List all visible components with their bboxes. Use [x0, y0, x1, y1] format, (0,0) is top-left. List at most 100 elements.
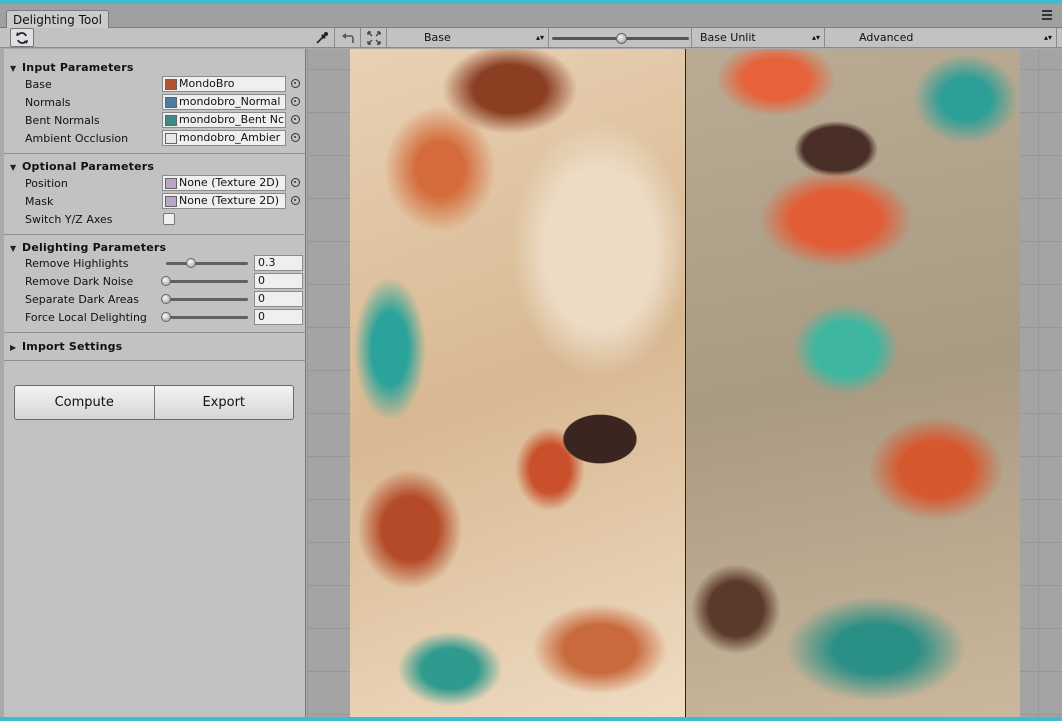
remove-highlights-label: Remove Highlights [25, 257, 129, 270]
base-unlit-preview-image [686, 49, 1020, 717]
bent-normals-texture-field[interactable]: mondobro_Bent Nc [162, 112, 286, 128]
tab-delighting-tool[interactable]: Delighting Tool [6, 10, 109, 29]
delighting-parameters-header[interactable]: ▼ Delighting Parameters [10, 241, 166, 254]
switch-axes-label: Switch Y/Z Axes [25, 213, 113, 226]
mask-texture-value: None (Texture 2D) [179, 194, 280, 207]
separate-dark-areas-slider-handle[interactable] [161, 294, 171, 304]
position-texture-value: None (Texture 2D) [179, 176, 280, 189]
param-row-position: Position None (Texture 2D) [4, 175, 306, 193]
remove-dark-noise-label: Remove Dark Noise [25, 275, 134, 288]
base-texture-field[interactable]: MondoBro [162, 76, 286, 92]
remove-dark-noise-field[interactable]: 0 [254, 273, 303, 289]
parameters-panel: ▼ Input Parameters Base MondoBro Normals … [4, 49, 306, 717]
fit-view-button[interactable] [361, 28, 387, 48]
divider [4, 360, 306, 361]
chevron-updown-icon: ▴▾ [535, 33, 544, 42]
input-parameters-header[interactable]: ▼ Input Parameters [10, 61, 134, 74]
right-view-dropdown[interactable]: Base Unlit ▴▾ [694, 28, 825, 48]
mode-dropdown[interactable]: Advanced ▴▾ [853, 28, 1057, 48]
delighting-parameters-title: Delighting Parameters [22, 241, 167, 254]
param-row-force-local-delighting: Force Local Delighting 0 [4, 309, 306, 327]
left-view-value: Base [424, 31, 451, 44]
expand-triangle-icon: ▼ [10, 64, 17, 73]
optional-parameters-title: Optional Parameters [22, 160, 155, 173]
param-row-remove-dark-noise: Remove Dark Noise 0 [4, 273, 306, 291]
preview-viewport[interactable] [307, 49, 1062, 717]
switch-axes-checkbox[interactable] [163, 213, 175, 225]
divider [4, 153, 306, 154]
param-row-mask: Mask None (Texture 2D) [4, 193, 306, 211]
texture-thumb-icon [165, 133, 177, 144]
delighting-tool-window: Delighting Tool Base ▴▾ Base Unlit ▴▾ Ad… [0, 4, 1062, 717]
ambient-occlusion-label: Ambient Occlusion [25, 132, 129, 145]
left-view-dropdown[interactable]: Base ▴▾ [418, 28, 549, 48]
base-label: Base [25, 78, 52, 91]
base-texture-value: MondoBro [179, 77, 235, 90]
ambient-occlusion-texture-field[interactable]: mondobro_Ambier [162, 130, 286, 146]
compare-slider-handle[interactable] [615, 33, 627, 44]
optional-parameters-header[interactable]: ▼ Optional Parameters [10, 160, 154, 173]
object-picker-icon[interactable] [291, 133, 300, 142]
separate-dark-areas-field[interactable]: 0 [254, 291, 303, 307]
normals-label: Normals [25, 96, 71, 109]
separate-dark-areas-slider[interactable] [166, 298, 248, 301]
force-local-delighting-label: Force Local Delighting [25, 311, 147, 324]
remove-highlights-slider[interactable] [166, 262, 248, 265]
position-texture-field[interactable]: None (Texture 2D) [162, 175, 286, 191]
remove-dark-noise-slider-handle[interactable] [161, 276, 171, 286]
texture-thumb-icon [165, 196, 177, 207]
divider [4, 234, 306, 235]
ambient-occlusion-texture-value: mondobro_Ambier [179, 131, 281, 144]
compute-button[interactable]: Compute [15, 386, 154, 419]
expand-triangle-icon: ▼ [10, 244, 17, 253]
force-local-delighting-slider-handle[interactable] [161, 312, 171, 322]
remove-highlights-field[interactable]: 0.3 [254, 255, 303, 271]
object-picker-icon[interactable] [291, 196, 300, 205]
texture-thumb-icon [165, 115, 177, 126]
refresh-button[interactable] [10, 28, 34, 47]
toolbar: Base ▴▾ Base Unlit ▴▾ Advanced ▴▾ [0, 28, 1062, 48]
mask-texture-field[interactable]: None (Texture 2D) [162, 193, 286, 209]
chevron-updown-icon: ▴▾ [1043, 33, 1052, 42]
divider [4, 332, 306, 333]
param-row-bent-normals: Bent Normals mondobro_Bent Nc [4, 112, 306, 130]
fit-view-icon [366, 31, 381, 45]
force-local-delighting-slider[interactable] [166, 316, 248, 319]
compare-slider[interactable] [550, 28, 692, 48]
bent-normals-label: Bent Normals [25, 114, 100, 127]
mask-label: Mask [25, 195, 54, 208]
mode-value: Advanced [859, 31, 914, 44]
expand-triangle-icon: ▼ [10, 163, 17, 172]
param-row-base: Base MondoBro [4, 76, 306, 94]
param-row-switch-axes: Switch Y/Z Axes [4, 211, 306, 229]
right-view-value: Base Unlit [700, 31, 756, 44]
object-picker-icon[interactable] [291, 115, 300, 124]
object-picker-icon[interactable] [291, 97, 300, 106]
remove-dark-noise-slider[interactable] [166, 280, 248, 283]
collapsed-triangle-icon: ▶ [10, 343, 17, 352]
remove-highlights-slider-handle[interactable] [185, 258, 196, 268]
texture-thumb-icon [165, 97, 177, 108]
force-local-delighting-field[interactable]: 0 [254, 309, 303, 325]
import-settings-header[interactable]: ▶ Import Settings [10, 340, 122, 353]
undo-button[interactable] [335, 28, 361, 48]
texture-thumb-icon [165, 178, 177, 189]
texture-thumb-icon [165, 79, 177, 90]
chevron-updown-icon: ▴▾ [811, 33, 820, 42]
param-row-ambient-occlusion: Ambient Occlusion mondobro_Ambier [4, 130, 306, 148]
tab-strip: Delighting Tool [0, 4, 1062, 29]
input-parameters-title: Input Parameters [22, 61, 134, 74]
import-settings-title: Import Settings [22, 340, 123, 353]
object-picker-icon[interactable] [291, 178, 300, 187]
export-button[interactable]: Export [153, 386, 294, 419]
eyedropper-button[interactable] [309, 28, 335, 48]
param-row-normals: Normals mondobro_Normal [4, 94, 306, 112]
object-picker-icon[interactable] [291, 79, 300, 88]
eyedropper-icon [315, 32, 328, 44]
normals-texture-field[interactable]: mondobro_Normal [162, 94, 286, 110]
separate-dark-areas-label: Separate Dark Areas [25, 293, 139, 306]
param-row-remove-highlights: Remove Highlights 0.3 [4, 255, 306, 273]
normals-texture-value: mondobro_Normal [179, 95, 281, 108]
bent-normals-texture-value: mondobro_Bent Nc [179, 113, 284, 126]
window-menu-icon[interactable] [1042, 10, 1052, 20]
